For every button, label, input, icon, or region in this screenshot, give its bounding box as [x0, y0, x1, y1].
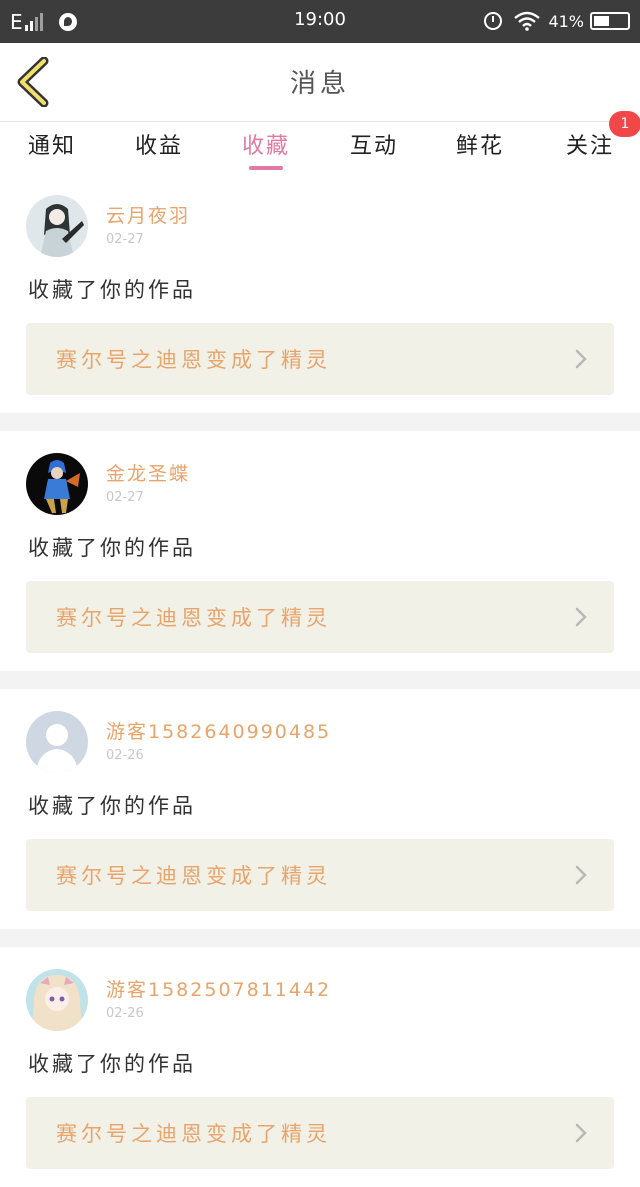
action-text: 收藏了你的作品 — [28, 536, 196, 560]
avatar[interactable] — [26, 453, 88, 515]
list-item: 游客1582507811442 02-26 收藏了你的作品 赛尔号之迪恩变成了精… — [0, 947, 640, 1187]
tab-favorites[interactable]: 收藏 — [242, 128, 290, 160]
battery-percent: 41% — [548, 11, 584, 31]
alarm-icon — [484, 12, 503, 30]
work-title: 赛尔号之迪恩变成了精灵 — [56, 864, 331, 888]
work-link[interactable]: 赛尔号之迪恩变成了精灵 — [26, 1097, 614, 1169]
avatar[interactable] — [26, 969, 88, 1031]
tab-interactions[interactable]: 互动 — [350, 128, 398, 160]
status-right: 41% — [484, 8, 630, 34]
action-text: 收藏了你的作品 — [28, 278, 196, 302]
app-header: 消息 — [0, 43, 640, 122]
wifi-icon — [514, 11, 541, 31]
chevron-right-icon — [575, 349, 587, 369]
chevron-right-icon — [575, 607, 587, 627]
username[interactable]: 云月夜羽 — [106, 201, 190, 228]
tab-notifications[interactable]: 通知 — [28, 128, 76, 160]
work-title: 赛尔号之迪恩变成了精灵 — [56, 348, 331, 372]
work-link[interactable]: 赛尔号之迪恩变成了精灵 — [26, 323, 614, 395]
work-link[interactable]: 赛尔号之迪恩变成了精灵 — [26, 839, 614, 911]
timestamp: 02-26 — [106, 748, 144, 763]
timestamp: 02-27 — [106, 490, 144, 505]
tab-earnings[interactable]: 收益 — [135, 128, 183, 160]
action-text: 收藏了你的作品 — [28, 794, 196, 818]
active-tab-indicator — [249, 166, 283, 170]
avatar[interactable] — [26, 711, 88, 773]
work-title: 赛尔号之迪恩变成了精灵 — [56, 1122, 331, 1146]
list-divider — [0, 671, 640, 689]
timestamp: 02-26 — [106, 1006, 144, 1021]
following-badge: 1 — [609, 111, 640, 137]
status-bar: E 19:00 41% — [0, 0, 640, 43]
list-divider — [0, 413, 640, 431]
tab-bar: 通知 收益 收藏 互动 鲜花 关注 — [0, 122, 640, 172]
list-item: 云月夜羽 02-27 收藏了你的作品 赛尔号之迪恩变成了精灵 — [0, 173, 640, 413]
username[interactable]: 金龙圣蝶 — [106, 459, 190, 486]
page-title: 消息 — [289, 69, 350, 99]
work-link[interactable]: 赛尔号之迪恩变成了精灵 — [26, 581, 614, 653]
timestamp: 02-27 — [106, 232, 144, 247]
list-item: 游客1582640990485 02-26 收藏了你的作品 赛尔号之迪恩变成了精… — [0, 689, 640, 929]
tab-flowers[interactable]: 鲜花 — [456, 128, 504, 160]
tab-following[interactable]: 关注 — [566, 128, 614, 160]
action-text: 收藏了你的作品 — [28, 1052, 196, 1076]
chevron-right-icon — [575, 865, 587, 885]
work-title: 赛尔号之迪恩变成了精灵 — [56, 606, 331, 630]
battery-icon — [590, 12, 630, 30]
avatar[interactable] — [26, 195, 88, 257]
username[interactable]: 游客1582640990485 — [106, 717, 331, 744]
list-item: 金龙圣蝶 02-27 收藏了你的作品 赛尔号之迪恩变成了精灵 — [0, 431, 640, 671]
username[interactable]: 游客1582507811442 — [106, 975, 331, 1002]
list-divider — [0, 929, 640, 947]
chevron-right-icon — [575, 1123, 587, 1143]
